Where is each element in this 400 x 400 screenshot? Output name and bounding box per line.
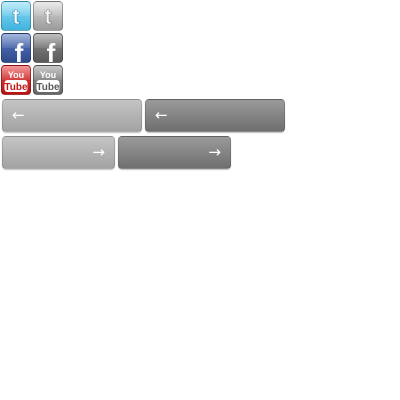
youtube-icon: You Tube (4, 70, 28, 93)
next-button-dark[interactable]: → (118, 136, 231, 169)
prev-button-light[interactable]: ← (2, 99, 142, 132)
twitter-glyph: t (44, 4, 52, 29)
youtube-bottom-text: Tube (4, 82, 28, 93)
facebook-glyph: f (47, 38, 56, 62)
youtube-top-text: You (8, 70, 24, 80)
twitter-icon: t (44, 4, 53, 30)
arrow-left-icon: ← (12, 106, 25, 124)
button-sprite-sheet: t t f f You Tube You Tube ← ← → → (0, 0, 400, 400)
arrow-right-icon: → (208, 143, 221, 161)
youtube-icon: You Tube (36, 70, 60, 93)
facebook-button-color[interactable]: f (1, 33, 31, 63)
twitter-glyph: t (12, 4, 20, 29)
next-button-light[interactable]: → (2, 136, 115, 169)
youtube-top-text: You (40, 70, 56, 80)
facebook-icon: f (15, 38, 24, 62)
facebook-button-gray[interactable]: f (33, 33, 63, 63)
youtube-button-gray[interactable]: You Tube (33, 65, 63, 95)
youtube-bottom-text: Tube (36, 82, 60, 93)
twitter-icon: t (12, 4, 21, 30)
facebook-glyph: f (15, 38, 24, 62)
twitter-button-color[interactable]: t (1, 1, 31, 31)
arrow-left-icon: ← (155, 106, 168, 124)
youtube-button-color[interactable]: You Tube (1, 65, 31, 95)
facebook-icon: f (47, 38, 56, 62)
prev-button-dark[interactable]: ← (145, 99, 285, 132)
twitter-button-gray[interactable]: t (33, 1, 63, 31)
arrow-right-icon: → (92, 143, 105, 161)
